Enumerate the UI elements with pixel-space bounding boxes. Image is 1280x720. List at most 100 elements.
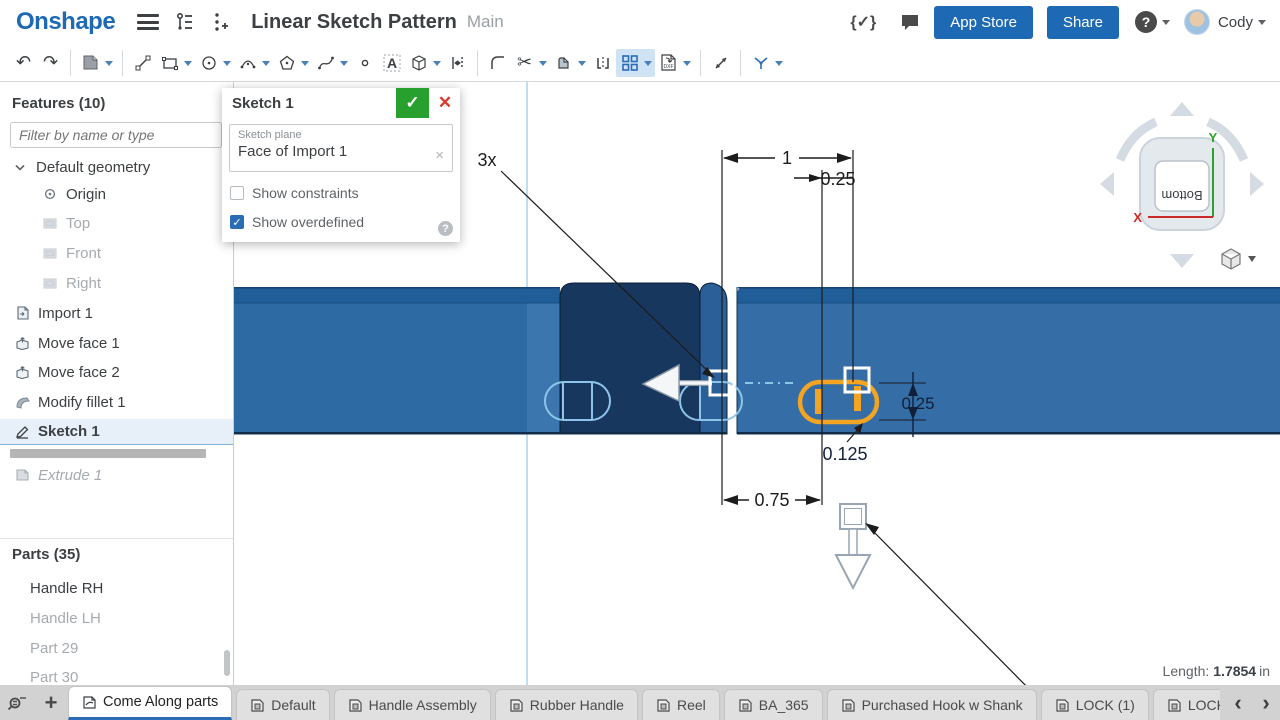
dimension-offset-top[interactable]: 0.25	[794, 169, 856, 189]
feature-import-1[interactable]: Import 1	[0, 300, 233, 326]
search-tabs-icon[interactable]	[0, 685, 34, 720]
rotate-right-icon[interactable]	[1250, 172, 1264, 196]
help-icon[interactable]: ?	[1135, 11, 1157, 33]
workspace-name[interactable]: Main	[467, 12, 504, 32]
add-tab-button[interactable]: +	[34, 685, 68, 720]
import-dxf-tool[interactable]: DXF	[655, 49, 682, 77]
show-constraints-row[interactable]: Show constraints	[230, 185, 359, 201]
show-constraints-checkbox[interactable]	[230, 186, 244, 200]
inspect-tool[interactable]	[707, 49, 734, 77]
point-tool[interactable]	[351, 49, 378, 77]
offset-tool[interactable]	[550, 49, 577, 77]
main-menu-icon[interactable]	[137, 14, 159, 30]
tab-come-along-parts[interactable]: Come Along parts	[68, 686, 232, 720]
feature-sketch-1[interactable]: Sketch 1	[0, 419, 233, 445]
use-project-tool[interactable]	[405, 49, 432, 77]
rectangle-caret-icon[interactable]	[184, 61, 192, 70]
part-handle-rh[interactable]: Handle RH	[0, 575, 233, 601]
scroll-tabs-left-icon[interactable]: ‹	[1234, 688, 1241, 718]
view-cube[interactable]: Bottom Y X	[1100, 102, 1264, 268]
pattern-caret-icon[interactable]	[644, 61, 652, 70]
rollback-bar[interactable]	[10, 449, 206, 458]
dxf-caret-icon[interactable]	[683, 61, 691, 70]
part-29[interactable]: Part 29	[0, 635, 233, 661]
sketch-plane-field[interactable]: Sketch plane Face of Import 1 ×	[229, 124, 453, 172]
circle-caret-icon[interactable]	[223, 61, 231, 70]
help-caret-icon[interactable]	[1162, 20, 1170, 29]
show-overdefined-row[interactable]: ✓ Show overdefined	[230, 214, 364, 230]
insert-version-icon[interactable]	[211, 12, 229, 32]
tree-node-right-plane[interactable]: Right	[0, 270, 233, 296]
feature-extrude-1[interactable]: Extrude 1	[0, 462, 233, 488]
cancel-button[interactable]: ✕	[430, 88, 460, 118]
tab-handle-assembly[interactable]: Handle Assembly	[334, 689, 491, 720]
rotate-left-icon[interactable]	[1100, 172, 1114, 196]
tab-ba-365[interactable]: BA_365	[724, 689, 823, 720]
polygon-caret-icon[interactable]	[301, 61, 309, 70]
user-menu[interactable]: Cody	[1218, 14, 1253, 31]
trim-tool[interactable]: ✂	[511, 49, 538, 77]
view-options-cube-icon[interactable]	[1222, 249, 1256, 269]
feature-modify-fillet-1[interactable]: Modify fillet 1	[0, 389, 233, 415]
show-overdefined-checkbox[interactable]: ✓	[230, 215, 244, 229]
line-tool[interactable]	[129, 49, 156, 77]
chevron-down-icon[interactable]	[12, 164, 28, 171]
feature-move-face-1[interactable]: Move face 1	[0, 330, 233, 356]
accept-button[interactable]: ✓	[396, 88, 429, 118]
tab-reel[interactable]: Reel	[642, 689, 720, 720]
offset-caret-icon[interactable]	[578, 61, 586, 70]
undo-button[interactable]: ↶	[10, 49, 37, 77]
view-options-caret-icon[interactable]	[1248, 256, 1256, 262]
user-avatar[interactable]	[1184, 9, 1210, 35]
polygon-tool[interactable]	[273, 49, 300, 77]
versions-icon[interactable]	[175, 12, 195, 32]
fillet-tool[interactable]	[484, 49, 511, 77]
share-button[interactable]: Share	[1047, 6, 1119, 39]
model-part[interactable]	[234, 283, 1280, 435]
part-handle-lh[interactable]: Handle LH	[0, 605, 233, 631]
circle-tool[interactable]	[195, 49, 222, 77]
dimension-spacing[interactable]: 1	[723, 148, 852, 168]
user-caret-icon[interactable]	[1258, 20, 1266, 29]
rotate-down-icon[interactable]	[1170, 254, 1194, 268]
rectangle-tool[interactable]	[156, 49, 183, 77]
arc-caret-icon[interactable]	[262, 61, 270, 70]
featurescript-notices-icon[interactable]: {✓}	[850, 12, 876, 32]
tree-node-origin[interactable]: Origin	[0, 181, 233, 207]
dimension-pitch[interactable]: 0.75	[723, 490, 821, 510]
dimension-tool[interactable]	[444, 49, 471, 77]
tab-default[interactable]: Default	[236, 689, 329, 720]
tab-lock-2[interactable]: LOCK	[1153, 689, 1220, 720]
sketch-caret-icon[interactable]	[105, 61, 113, 70]
dialog-help-icon[interactable]: ?	[438, 221, 453, 236]
tab-purchased-hook-w-shank[interactable]: Purchased Hook w Shank	[827, 689, 1037, 720]
sketch-button[interactable]	[77, 49, 104, 77]
use-caret-icon[interactable]	[433, 61, 441, 70]
comments-icon[interactable]	[900, 13, 920, 31]
tab-rubber-handle[interactable]: Rubber Handle	[495, 689, 638, 720]
redo-button[interactable]: ↷	[37, 49, 64, 77]
parts-scrollbar[interactable]	[224, 650, 230, 676]
feature-move-face-2[interactable]: Move face 2	[0, 359, 233, 385]
arc-tool[interactable]	[234, 49, 261, 77]
mirror-tool[interactable]	[589, 49, 616, 77]
constraint-caret-icon[interactable]	[775, 61, 783, 70]
linear-pattern-icon[interactable]	[616, 49, 643, 77]
onshape-logo[interactable]: Onshape	[16, 8, 115, 36]
spline-caret-icon[interactable]	[340, 61, 348, 70]
tab-lock-1[interactable]: LOCK (1)	[1041, 689, 1149, 720]
tree-node-default-geometry[interactable]: Default geometry	[0, 154, 233, 180]
app-store-button[interactable]: App Store	[934, 6, 1033, 39]
clear-selection-icon[interactable]: ×	[435, 147, 444, 164]
filter-input[interactable]	[10, 122, 222, 148]
spline-tool[interactable]	[312, 49, 339, 77]
pattern-drag-handle[interactable]	[836, 504, 870, 588]
rotate-up-icon[interactable]	[1170, 102, 1194, 116]
text-tool[interactable]: A	[378, 49, 405, 77]
tree-node-top-plane[interactable]: Top	[0, 210, 233, 236]
trim-caret-icon[interactable]	[539, 61, 547, 70]
linear-pattern-tool-active[interactable]	[616, 49, 655, 77]
scroll-tabs-right-icon[interactable]: ›	[1262, 688, 1269, 718]
tree-node-front-plane[interactable]: Front	[0, 240, 233, 266]
constraint-tool[interactable]	[747, 49, 774, 77]
